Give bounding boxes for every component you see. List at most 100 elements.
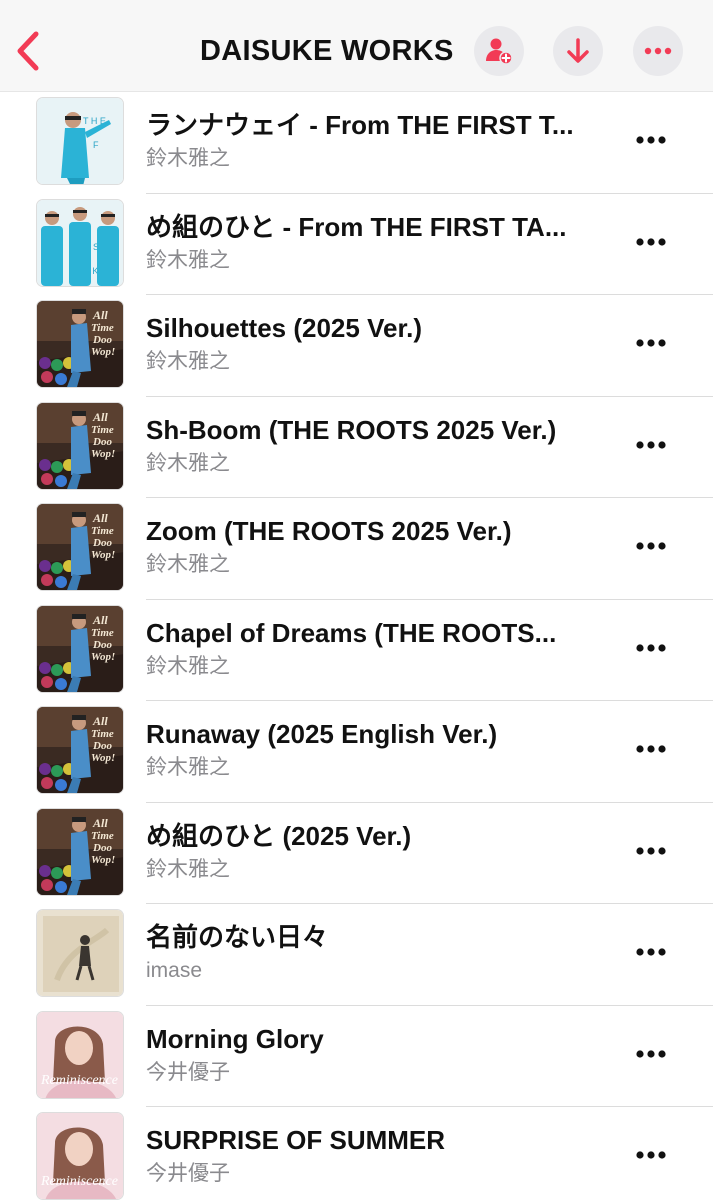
- song-artist: imase: [146, 959, 203, 982]
- song-title: Zoom (THE ROOTS 2025 Ver.): [146, 516, 512, 546]
- song-title: め組のひと - From THE FIRST TA...: [146, 211, 567, 242]
- song-more-button[interactable]: [628, 833, 674, 869]
- song-row[interactable]: All Time Doo Wop! め組のひと (2025 Ver.) 鈴木雅之: [0, 803, 713, 904]
- ellipsis-icon: [636, 846, 666, 855]
- ellipsis-icon: [636, 948, 666, 956]
- song-title: SURPRISE OF SUMMER: [146, 1125, 446, 1155]
- ellipsis-icon: [636, 339, 666, 347]
- song-artist: 鈴木雅之: [146, 857, 230, 881]
- svg-text:Wop!: Wop!: [91, 346, 115, 358]
- page-title: DAISUKE WORKS: [200, 35, 454, 67]
- svg-text:Doo: Doo: [92, 537, 112, 549]
- svg-text:Time: Time: [91, 424, 114, 436]
- chevron-left-icon: [17, 31, 39, 71]
- ellipsis-icon: [636, 643, 666, 652]
- svg-text:Time: Time: [91, 830, 114, 842]
- song-row[interactable]: All Time Doo Wop! Runaway (2025 English Ver.…: [0, 701, 713, 803]
- svg-text:Doo: Doo: [92, 436, 112, 448]
- song-title: Runaway (2025 English Ver.): [146, 719, 498, 749]
- song-row[interactable]: 名前のない日々 imase: [0, 904, 713, 1006]
- download-arrow-icon: [567, 38, 589, 63]
- svg-text:Doo: Doo: [92, 334, 112, 346]
- album-artwork: All Time Doo Wop!: [36, 604, 124, 693]
- album-artwork: T H EF: [36, 97, 124, 185]
- song-artist: 鈴木雅之: [146, 553, 230, 576]
- song-artist: 鈴木雅之: [146, 248, 230, 272]
- ellipsis-icon: [636, 542, 666, 550]
- song-artist: 鈴木雅之: [146, 350, 230, 373]
- album-artwork: All Time Doo Wop!: [36, 300, 124, 388]
- song-artist: 今井優子: [146, 1162, 230, 1185]
- song-title: Chapel of Dreams (THE ROOTS...: [146, 617, 557, 648]
- ellipsis-icon: [636, 237, 666, 246]
- song-more-button[interactable]: [628, 224, 674, 260]
- song-more-button[interactable]: [628, 325, 674, 361]
- svg-text:All: All: [92, 308, 108, 322]
- svg-text:All: All: [92, 816, 108, 830]
- song-title: Sh-Boom (THE ROOTS 2025 Ver.): [146, 414, 557, 445]
- svg-text:F: F: [93, 140, 99, 150]
- svg-text:Time: Time: [91, 525, 114, 537]
- ellipsis-icon: [636, 440, 666, 449]
- song-row[interactable]: Reminiscence SURPRISE OF SUMMER 今井優子: [0, 1107, 713, 1200]
- svg-text:Wop!: Wop!: [91, 651, 115, 663]
- ellipsis-icon: [636, 745, 666, 753]
- song-title: 名前のない日々: [146, 922, 329, 952]
- song-more-button[interactable]: [628, 528, 674, 564]
- song-title: め組のひと (2025 Ver.): [146, 820, 412, 851]
- svg-text:Reminiscence: Reminiscence: [40, 1073, 118, 1088]
- svg-text:Time: Time: [91, 627, 114, 639]
- album-artwork: Reminiscence: [36, 1112, 124, 1200]
- svg-text:Time: Time: [91, 728, 114, 740]
- song-more-button[interactable]: [628, 630, 674, 666]
- song-artist: 鈴木雅之: [146, 451, 230, 475]
- svg-text:Doo: Doo: [92, 740, 112, 752]
- navigation-header: DAISUKE WORKS: [0, 0, 713, 92]
- ellipsis-icon: [636, 1151, 666, 1159]
- ellipsis-icon: [636, 136, 666, 144]
- svg-text:All: All: [92, 613, 108, 627]
- song-row[interactable]: All Time Doo Wop! Zoom (THE ROOTS 2025 Ver.)…: [0, 498, 713, 600]
- song-artist: 鈴木雅之: [146, 654, 230, 678]
- more-options-button[interactable]: [633, 26, 683, 76]
- ellipsis-icon: [636, 1049, 666, 1058]
- song-more-button[interactable]: [628, 1137, 674, 1173]
- song-row[interactable]: All Time Doo Wop! Silhouettes (2025 Ver.) 鈴木雅…: [0, 295, 713, 397]
- song-title: Silhouettes (2025 Ver.): [146, 313, 423, 343]
- song-title: Morning Glory: [146, 1023, 324, 1054]
- download-button[interactable]: [553, 26, 603, 76]
- svg-text:Wop!: Wop!: [91, 549, 115, 561]
- song-row[interactable]: T H E F ランナウェイ - From THE FIRST T... 鈴木雅之: [0, 92, 713, 194]
- song-title: ランナウェイ - From THE FIRST T...: [146, 110, 574, 140]
- album-artwork: All Time Doo Wop!: [36, 807, 124, 896]
- song-row[interactable]: All Time Doo Wop! Sh-Boom (THE ROOTS 2025 Ve…: [0, 397, 713, 498]
- svg-text:Doo: Doo: [92, 639, 112, 651]
- album-artwork: All Time Doo Wop!: [36, 706, 124, 794]
- album-artwork: All Time Doo Wop!: [36, 401, 124, 490]
- album-artwork: All Time Doo Wop!: [36, 503, 124, 591]
- svg-text:Doo: Doo: [92, 842, 112, 854]
- ellipsis-icon: [644, 47, 672, 55]
- song-more-button[interactable]: [628, 122, 674, 158]
- follow-button[interactable]: [474, 26, 524, 76]
- song-row[interactable]: Reminiscence Morning Glory 今井優子: [0, 1006, 713, 1107]
- album-artwork: Reminiscence: [36, 1010, 124, 1099]
- back-button[interactable]: [12, 28, 46, 74]
- song-row[interactable]: F I R S TT A K E め組のひと - From THE FIRST T…: [0, 194, 713, 295]
- album-artwork: F I R S TT A K E: [36, 198, 124, 287]
- svg-text:Reminiscence: Reminiscence: [40, 1174, 118, 1189]
- album-artwork: [36, 909, 124, 997]
- person-add-icon: [486, 38, 513, 65]
- song-artist: 今井優子: [146, 1060, 230, 1084]
- song-more-button[interactable]: [628, 427, 674, 463]
- svg-text:All: All: [92, 714, 108, 728]
- song-more-button[interactable]: [628, 934, 674, 970]
- song-more-button[interactable]: [628, 731, 674, 767]
- svg-text:Wop!: Wop!: [91, 448, 115, 460]
- song-row[interactable]: All Time Doo Wop! Chapel of Dreams (THE ROOT…: [0, 600, 713, 701]
- svg-text:All: All: [92, 410, 108, 424]
- svg-text:Wop!: Wop!: [91, 752, 115, 764]
- svg-text:Wop!: Wop!: [91, 854, 115, 866]
- song-more-button[interactable]: [628, 1036, 674, 1072]
- song-artist: 鈴木雅之: [146, 147, 230, 170]
